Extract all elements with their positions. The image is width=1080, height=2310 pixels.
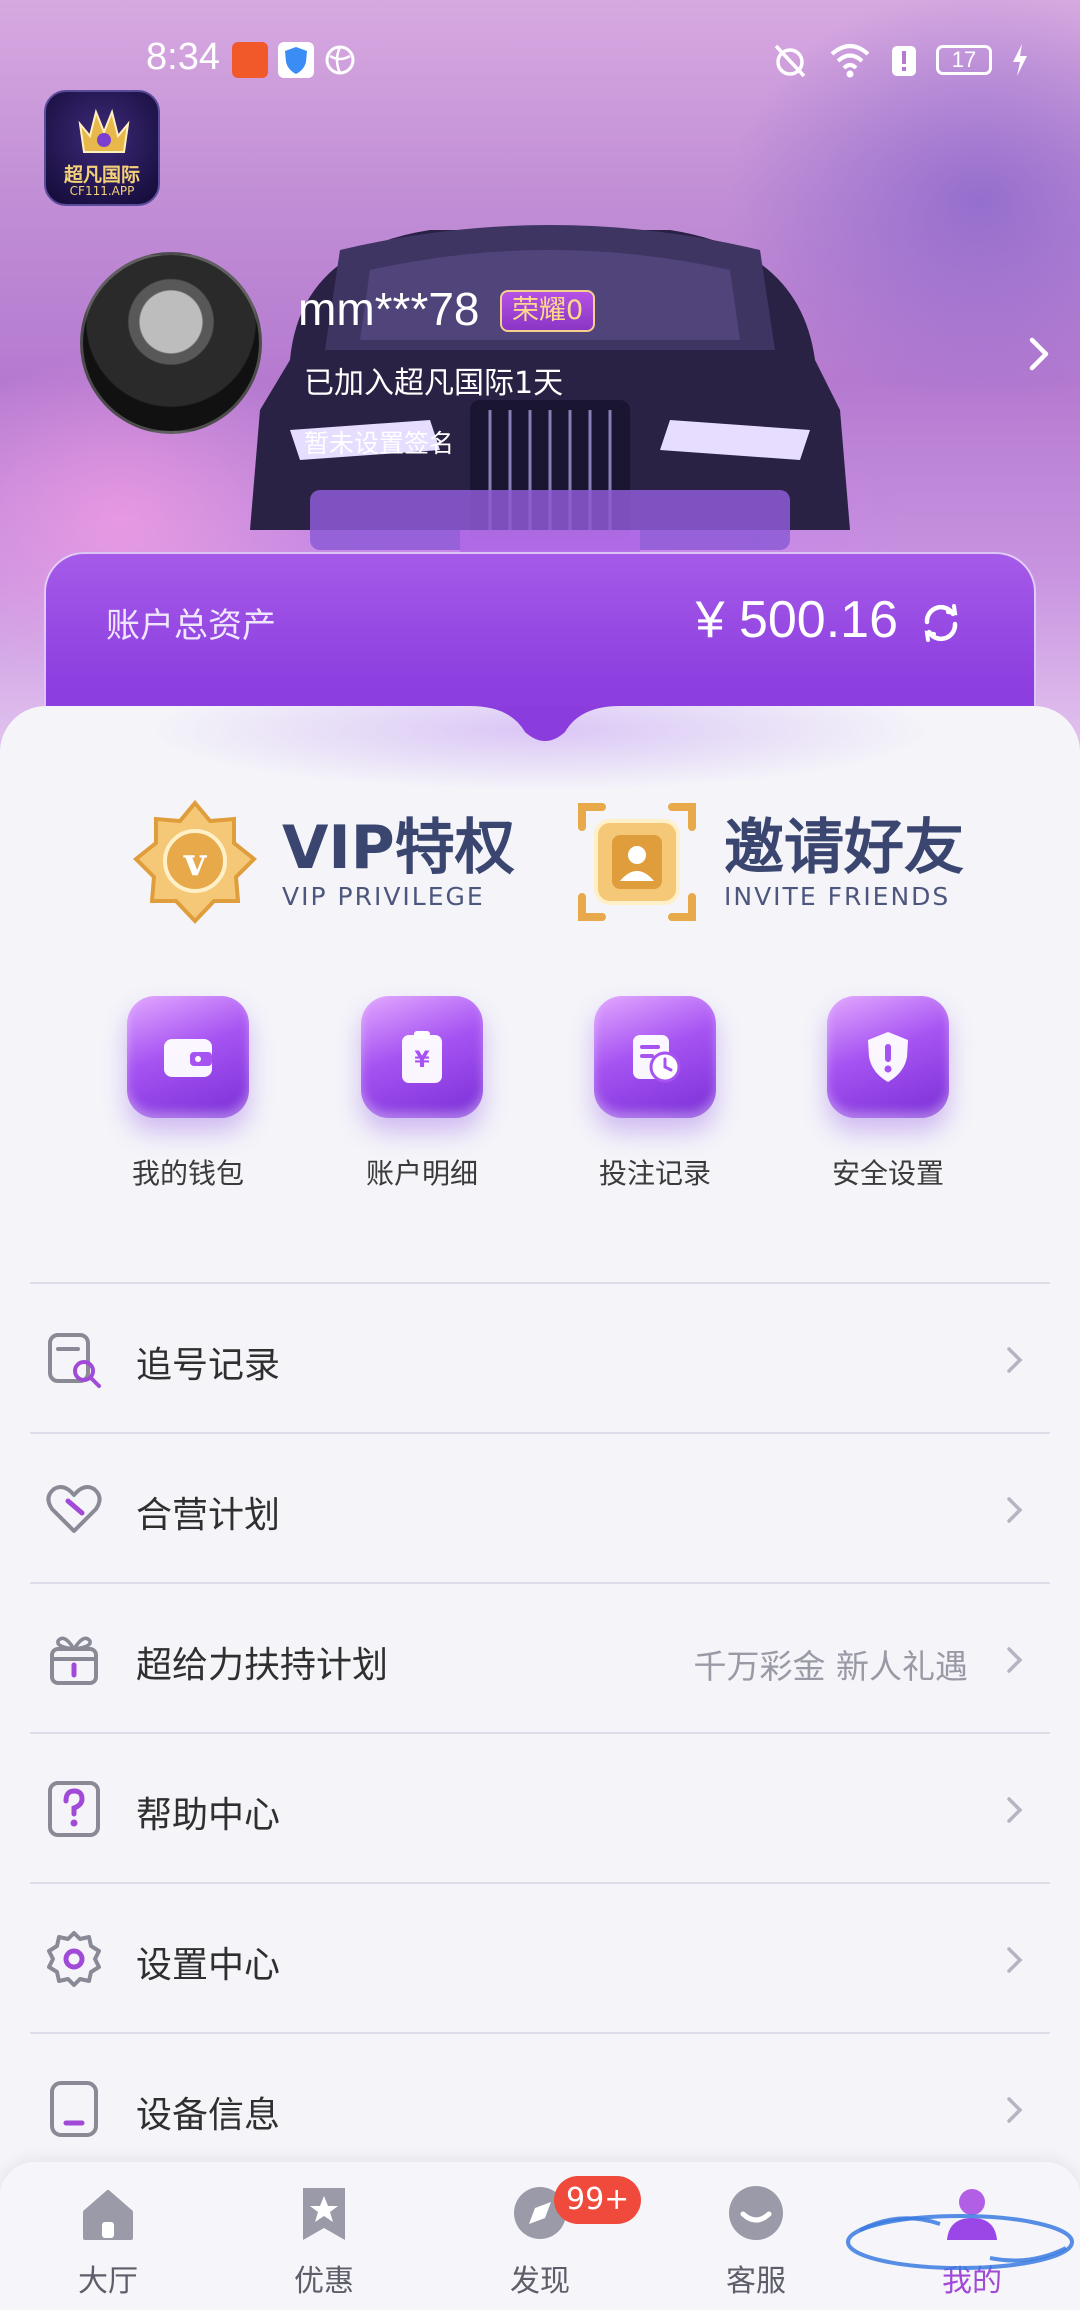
svg-text:v: v <box>183 839 208 884</box>
nav-tab-support[interactable]: 客服 <box>686 2182 826 2300</box>
alarm-off-icon <box>774 44 806 78</box>
chevron-right-icon <box>1007 1647 1023 1673</box>
logo-name: 超凡国际 <box>63 164 140 186</box>
asset-label: 账户总资产 <box>106 606 276 646</box>
status-right-icons: 17 <box>770 40 1030 80</box>
battery-indicator: 17 <box>936 45 992 75</box>
menu-item-partner-plan[interactable]: 合营计划 <box>30 1432 1050 1582</box>
document-clock-icon <box>594 996 716 1118</box>
invite-title: 邀请好友 <box>724 812 964 883</box>
community-watermark-logo <box>846 2214 1074 2270</box>
menu-item-device-info[interactable]: 设备信息 <box>30 2032 1050 2182</box>
quick-actions: 我的钱包 ¥ 账户明细 投注记录 安全设置 <box>0 996 1080 1216</box>
asset-value: ¥ 500.16 <box>695 591 898 649</box>
quick-label: 投注记录 <box>598 1157 711 1190</box>
panel-notch <box>470 706 620 741</box>
vip-privilege-button[interactable]: v VIP特权 VIP PRIVILEGE <box>130 792 515 932</box>
wallet-icon <box>127 996 249 1118</box>
menu-item-support-plan[interactable]: 超给力扶持计划 千万彩金 新人礼遇 <box>30 1582 1050 1732</box>
my-wallet-button[interactable]: 我的钱包 <box>78 996 298 1192</box>
status-bar: 8:34 17 <box>0 36 1080 92</box>
nav-tab-promotions[interactable]: 优惠 <box>254 2182 394 2300</box>
refresh-icon[interactable] <box>918 600 964 646</box>
svg-text:¥: ¥ <box>414 1048 430 1073</box>
shield-notification-icon <box>278 42 314 78</box>
nav-tab-discover[interactable]: 发现 99+ <box>470 2176 642 2300</box>
crown-crest-icon <box>78 108 130 153</box>
chevron-right-icon <box>1007 1947 1023 1973</box>
quick-label: 安全设置 <box>831 1157 944 1190</box>
signature-text[interactable]: 暂未设置签名 <box>304 424 454 460</box>
wifi-icon <box>830 44 870 78</box>
gift-icon <box>50 1636 98 1685</box>
nav-tab-lobby[interactable]: 大厅 <box>38 2182 178 2300</box>
globe-icon <box>322 42 358 78</box>
chevron-right-icon <box>1007 2097 1023 2123</box>
nav-label: 大厅 <box>78 2264 138 2299</box>
app-logo[interactable]: 超凡国际 CF111.APP <box>44 90 160 206</box>
invite-friends-button[interactable]: 邀请好友 INVITE FRIENDS <box>572 792 964 932</box>
alert-icon <box>892 46 916 76</box>
username: mm***78 <box>298 283 480 335</box>
bet-records-button[interactable]: 投注记录 <box>545 996 765 1192</box>
notification-count-badge: 99+ <box>554 2176 642 2224</box>
account-details-button[interactable]: ¥ 账户明细 <box>312 996 532 1192</box>
vip-medal-icon: v <box>133 799 257 924</box>
chevron-right-icon <box>1007 1347 1023 1373</box>
home-icon <box>83 2190 133 2240</box>
chevron-right-icon <box>1007 1797 1023 1823</box>
menu-item-chase-records[interactable]: 追号记录 <box>30 1282 1050 1432</box>
menu-item-help-center[interactable]: 帮助中心 <box>30 1732 1050 1882</box>
menu-label: 追号记录 <box>136 1345 281 1386</box>
shield-alert-icon <box>827 996 949 1118</box>
rank-badge: 荣耀0 <box>500 290 596 332</box>
menu-extra: 千万彩金 新人礼遇 <box>693 1647 969 1686</box>
chat-smile-icon <box>729 2186 783 2240</box>
invite-subtitle: INVITE FRIENDS <box>724 881 951 911</box>
vip-subtitle: VIP PRIVILEGE <box>282 881 485 911</box>
menu-label: 设备信息 <box>136 2095 281 2136</box>
join-days-text: 已加入超凡国际1天 <box>304 366 564 401</box>
quick-label: 账户明细 <box>365 1157 478 1190</box>
help-icon <box>48 1781 100 1837</box>
menu-label: 帮助中心 <box>136 1795 281 1836</box>
status-time: 8:34 <box>146 36 220 78</box>
heart-handshake-icon <box>46 1485 102 1533</box>
logo-url: CF111.APP <box>69 184 135 198</box>
security-settings-button[interactable]: 安全设置 <box>778 996 998 1192</box>
menu-list: 追号记录 合营计划 超给力扶持计划 千万彩金 新人礼遇 帮助中心 设置中心 设备… <box>30 1282 1050 2182</box>
chevron-right-icon <box>1007 1497 1023 1523</box>
avatar[interactable] <box>80 252 262 434</box>
gear-icon <box>47 1931 101 1987</box>
nav-label: 发现 <box>510 2264 570 2299</box>
menu-label: 超给力扶持计划 <box>136 1645 389 1686</box>
menu-label: 设置中心 <box>136 1945 281 1986</box>
search-document-icon <box>48 1333 101 1388</box>
invite-badge-icon <box>578 803 696 921</box>
chevron-right-icon[interactable] <box>1024 332 1054 376</box>
nav-label: 客服 <box>726 2264 786 2299</box>
clipboard-yen-icon: ¥ <box>361 996 483 1118</box>
star-bookmark-icon <box>303 2188 345 2240</box>
vip-title: VIP特权 <box>282 812 515 883</box>
nav-label: 优惠 <box>294 2264 354 2299</box>
device-icon <box>50 2081 98 2137</box>
menu-label: 合营计划 <box>136 1495 281 1536</box>
menu-item-settings-center[interactable]: 设置中心 <box>30 1882 1050 2032</box>
notification-app-icon <box>232 42 268 78</box>
charging-icon <box>1013 44 1027 76</box>
quick-label: 我的钱包 <box>131 1157 244 1190</box>
